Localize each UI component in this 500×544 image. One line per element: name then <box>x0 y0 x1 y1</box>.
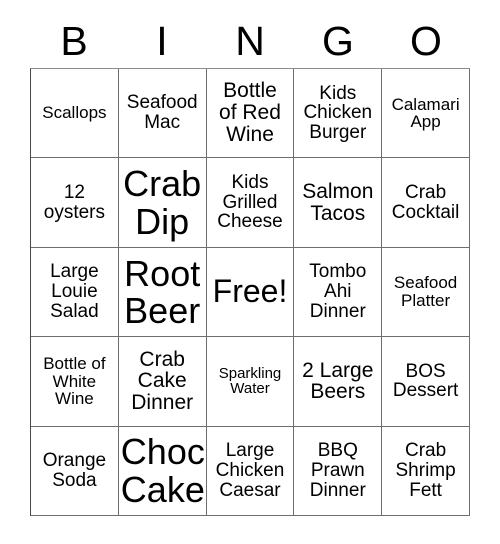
bingo-cell[interactable]: Orange Soda <box>31 426 119 516</box>
bingo-cell-label: 12 oysters <box>43 181 106 223</box>
bingo-header-row: B I N G O <box>30 14 470 68</box>
bingo-cell-label: BOS Dessert <box>392 360 459 402</box>
bingo-cell-label: Orange Soda <box>42 450 107 491</box>
bingo-cell-label: Kids Chicken Burger <box>303 82 373 144</box>
bingo-cell[interactable]: Tombo Ahi Dinner <box>294 247 383 338</box>
bingo-cell-label: Choc Cake <box>120 431 205 510</box>
header-letter-o: O <box>410 17 442 64</box>
bingo-cell-label: Sparkling Water <box>218 364 282 398</box>
bingo-cell-label: BBQ Prawn Dinner <box>309 440 366 501</box>
bingo-cell[interactable]: Crab Cocktail <box>382 158 470 248</box>
bingo-cell[interactable]: BBQ Prawn Dinner <box>294 426 383 516</box>
bingo-cell-label: Bottle of White Wine <box>43 353 106 409</box>
bingo-cell-label: Crab Cocktail <box>391 181 460 223</box>
bingo-cell[interactable]: 12 oysters <box>31 158 119 248</box>
bingo-cell[interactable]: Bottle of Red Wine <box>206 69 295 159</box>
bingo-cell[interactable]: Calamari App <box>382 69 470 159</box>
bingo-free-space[interactable]: Free! <box>206 247 295 338</box>
bingo-cell-label: Crab Shrimp Fett <box>395 440 456 501</box>
bingo-cell-label: Kids Grilled Cheese <box>217 171 283 233</box>
bingo-cell-label: 2 Large Beers <box>302 358 374 404</box>
bingo-cell-label: Large Louie Salad <box>50 261 99 322</box>
bingo-cell-label: Scallops <box>42 103 107 123</box>
bingo-cell[interactable]: Seafood Platter <box>382 247 470 338</box>
bingo-cell-label: Tombo Ahi Dinner <box>309 261 367 322</box>
bingo-cell-label: Bottle of Red Wine <box>219 79 281 147</box>
bingo-cell[interactable]: Kids Grilled Cheese <box>206 158 295 248</box>
bingo-cell[interactable]: Root Beer <box>118 247 207 338</box>
bingo-grid: Scallops Seafood Mac Bottle of Red Wine Kid… <box>30 68 470 516</box>
bingo-cell[interactable]: Choc Cake <box>118 426 207 516</box>
bingo-cell[interactable]: Bottle of White Wine <box>31 337 119 427</box>
header-letter-g: G <box>322 17 354 64</box>
bingo-cell[interactable]: Crab Dip <box>118 158 207 248</box>
header-letter-b: B <box>60 17 88 64</box>
bingo-cell[interactable]: Sparkling Water <box>206 337 295 427</box>
header-letter-i: I <box>156 17 168 64</box>
bingo-cell-label: Seafood Platter <box>393 273 458 310</box>
bingo-cell-label: Root Beer <box>124 252 201 331</box>
bingo-cell-label: Salmon Tacos <box>302 179 374 225</box>
bingo-cell[interactable]: Scallops <box>31 69 119 159</box>
bingo-cell-label: Crab Dip <box>123 163 202 242</box>
bingo-cell[interactable]: Large Chicken Caesar <box>206 426 295 516</box>
bingo-cell-label: Free! <box>212 273 288 310</box>
header-letter-n: N <box>235 17 265 64</box>
bingo-cell[interactable]: Salmon Tacos <box>294 158 383 248</box>
bingo-cell-label: Large Chicken Caesar <box>215 440 285 501</box>
bingo-cell[interactable]: Large Louie Salad <box>31 247 119 338</box>
bingo-cell-label: Crab Cake Dinner <box>131 347 194 415</box>
bingo-cell[interactable]: Kids Chicken Burger <box>294 69 383 159</box>
bingo-cell[interactable]: 2 Large Beers <box>294 337 383 427</box>
bingo-cell[interactable]: Crab Shrimp Fett <box>382 426 470 516</box>
bingo-cell[interactable]: BOS Dessert <box>382 337 470 427</box>
bingo-cell-label: Calamari App <box>391 94 460 132</box>
bingo-cell-label: Seafood Mac <box>126 92 198 134</box>
bingo-cell[interactable]: Seafood Mac <box>118 69 207 159</box>
bingo-cell[interactable]: Crab Cake Dinner <box>118 337 207 427</box>
bingo-card: B I N G O Scallops Seafood Mac Bottle of R… <box>0 0 500 544</box>
